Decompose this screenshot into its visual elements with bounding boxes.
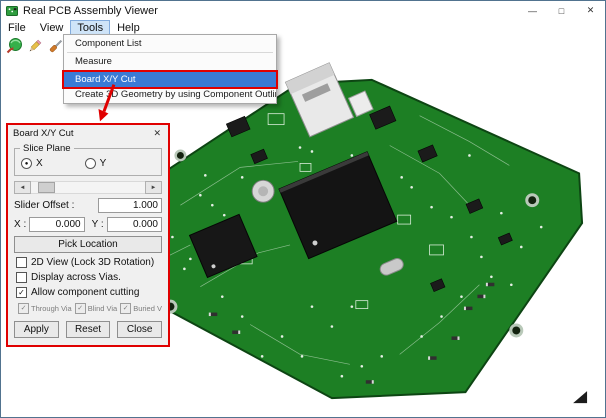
slider-offset-row: Slider Offset : 1.000: [14, 198, 162, 213]
slice-plane-group: Slice Plane ● X Y: [14, 148, 162, 176]
checkbox-blind-via: ✓ Blind Via: [75, 303, 117, 314]
slider-offset-input[interactable]: 1.000: [98, 198, 162, 213]
checkbox-buried-via-box: ✓: [120, 303, 131, 314]
dialog-button-row: Apply Reset Close: [14, 321, 162, 338]
minimize-button[interactable]: —: [518, 1, 547, 20]
menu-separator: [67, 52, 273, 53]
slider-thumb[interactable]: [38, 182, 55, 193]
coords-row: X : 0.000 Y : 0.000: [14, 217, 162, 232]
window-title: Real PCB Assembly Viewer: [23, 5, 518, 17]
checkbox-allow-component-cutting-box[interactable]: ✓: [16, 287, 27, 298]
push-button: [252, 180, 274, 202]
app-icon: [6, 5, 18, 17]
title-bar[interactable]: Real PCB Assembly Viewer — □ ✕: [1, 1, 605, 20]
checkbox-allow-component-cutting-label: Allow component cutting: [31, 287, 139, 298]
menu-bar: File View Tools Help: [1, 20, 605, 35]
slice-offset-slider[interactable]: ◄ ►: [14, 181, 162, 194]
x-label: X :: [14, 219, 26, 230]
checkbox-through-via-mark: ✓: [21, 305, 27, 312]
window-controls: — □ ✕: [518, 1, 605, 20]
menu-item-create-3d-geometry[interactable]: Create 3D Geometry by using Component Ou…: [64, 87, 276, 102]
radio-y-label: Y: [100, 158, 107, 169]
annotation-dialog-highlight: Board X/Y Cut ✕ Slice Plane ● X Y ◄: [6, 123, 170, 347]
checkbox-allow-component-cutting-mark: ✓: [18, 289, 25, 297]
close-window-button[interactable]: ✕: [576, 1, 605, 20]
radio-x-circle: ●: [21, 158, 32, 169]
slice-plane-options: ● X Y: [21, 158, 155, 169]
checkbox-display-across-vias-box[interactable]: [16, 272, 27, 283]
checkbox-blind-via-mark: ✓: [77, 305, 83, 312]
checkbox-2d-view-box[interactable]: [16, 257, 27, 268]
board-xy-cut-dialog: Board X/Y Cut ✕ Slice Plane ● X Y ◄: [8, 125, 168, 345]
dialog-close-icon[interactable]: ✕: [151, 128, 163, 139]
menu-separator: [67, 70, 273, 71]
radio-x-label: X: [36, 158, 43, 169]
slice-plane-label: Slice Plane: [20, 143, 74, 154]
slider-offset-label: Slider Offset :: [14, 200, 95, 211]
slider-left-arrow[interactable]: ◄: [14, 181, 31, 194]
checkbox-through-via-label: Through Via: [31, 304, 72, 313]
app-window: Real PCB Assembly Viewer — □ ✕ File View…: [0, 0, 606, 418]
menu-item-board-xy-cut[interactable]: Board X/Y Cut: [64, 72, 276, 87]
checkbox-blind-via-label: Blind Via: [88, 304, 117, 313]
checkbox-2d-view-label: 2D View (Lock 3D Rotation): [31, 257, 154, 268]
checkbox-buried-via-label: Buried Via: [133, 304, 162, 313]
import-model-icon[interactable]: [5, 37, 23, 55]
close-button[interactable]: Close: [117, 321, 162, 338]
maximize-button[interactable]: □: [547, 1, 576, 20]
checkbox-display-across-vias-label: Display across Vias.: [31, 272, 121, 283]
apply-button[interactable]: Apply: [14, 321, 59, 338]
checkbox-display-across-vias[interactable]: Display across Vias.: [16, 272, 160, 283]
radio-x-dot: ●: [25, 161, 29, 167]
y-input[interactable]: 0.000: [107, 217, 162, 232]
x-input[interactable]: 0.000: [29, 217, 84, 232]
radio-y-circle: [85, 158, 96, 169]
slider-right-arrow[interactable]: ►: [145, 181, 162, 194]
menu-file[interactable]: File: [1, 20, 33, 35]
pencil-tool-icon[interactable]: [26, 37, 44, 55]
checkbox-2d-view[interactable]: 2D View (Lock 3D Rotation): [16, 257, 160, 268]
menu-tools[interactable]: Tools: [70, 20, 110, 35]
tools-menu: Component List Measure Board X/Y Cut Cre…: [63, 34, 277, 104]
checkbox-blind-via-box: ✓: [75, 303, 86, 314]
menu-item-component-list[interactable]: Component List: [64, 36, 276, 51]
reset-button[interactable]: Reset: [66, 321, 111, 338]
radio-x[interactable]: ● X: [21, 158, 43, 169]
menu-help[interactable]: Help: [110, 20, 147, 35]
slider-track[interactable]: [31, 181, 145, 194]
checkbox-allow-component-cutting[interactable]: ✓ Allow component cutting: [16, 287, 160, 298]
checkbox-through-via: ✓ Through Via: [18, 303, 72, 314]
checkbox-through-via-box: ✓: [18, 303, 29, 314]
menu-view[interactable]: View: [33, 20, 71, 35]
via-checkbox-row: ✓ Through Via ✓ Blind Via ✓ Buried Via: [18, 303, 162, 314]
corner-triangle: [573, 391, 587, 403]
menu-item-measure[interactable]: Measure: [64, 54, 276, 69]
checkbox-buried-via-mark: ✓: [123, 305, 129, 312]
pick-location-button[interactable]: Pick Location: [14, 236, 162, 253]
checkbox-buried-via: ✓ Buried Via: [120, 303, 162, 314]
radio-y[interactable]: Y: [85, 158, 107, 169]
y-label: Y :: [92, 219, 104, 230]
dialog-titlebar[interactable]: Board X/Y Cut ✕: [8, 125, 168, 141]
dialog-title: Board X/Y Cut: [13, 128, 151, 139]
